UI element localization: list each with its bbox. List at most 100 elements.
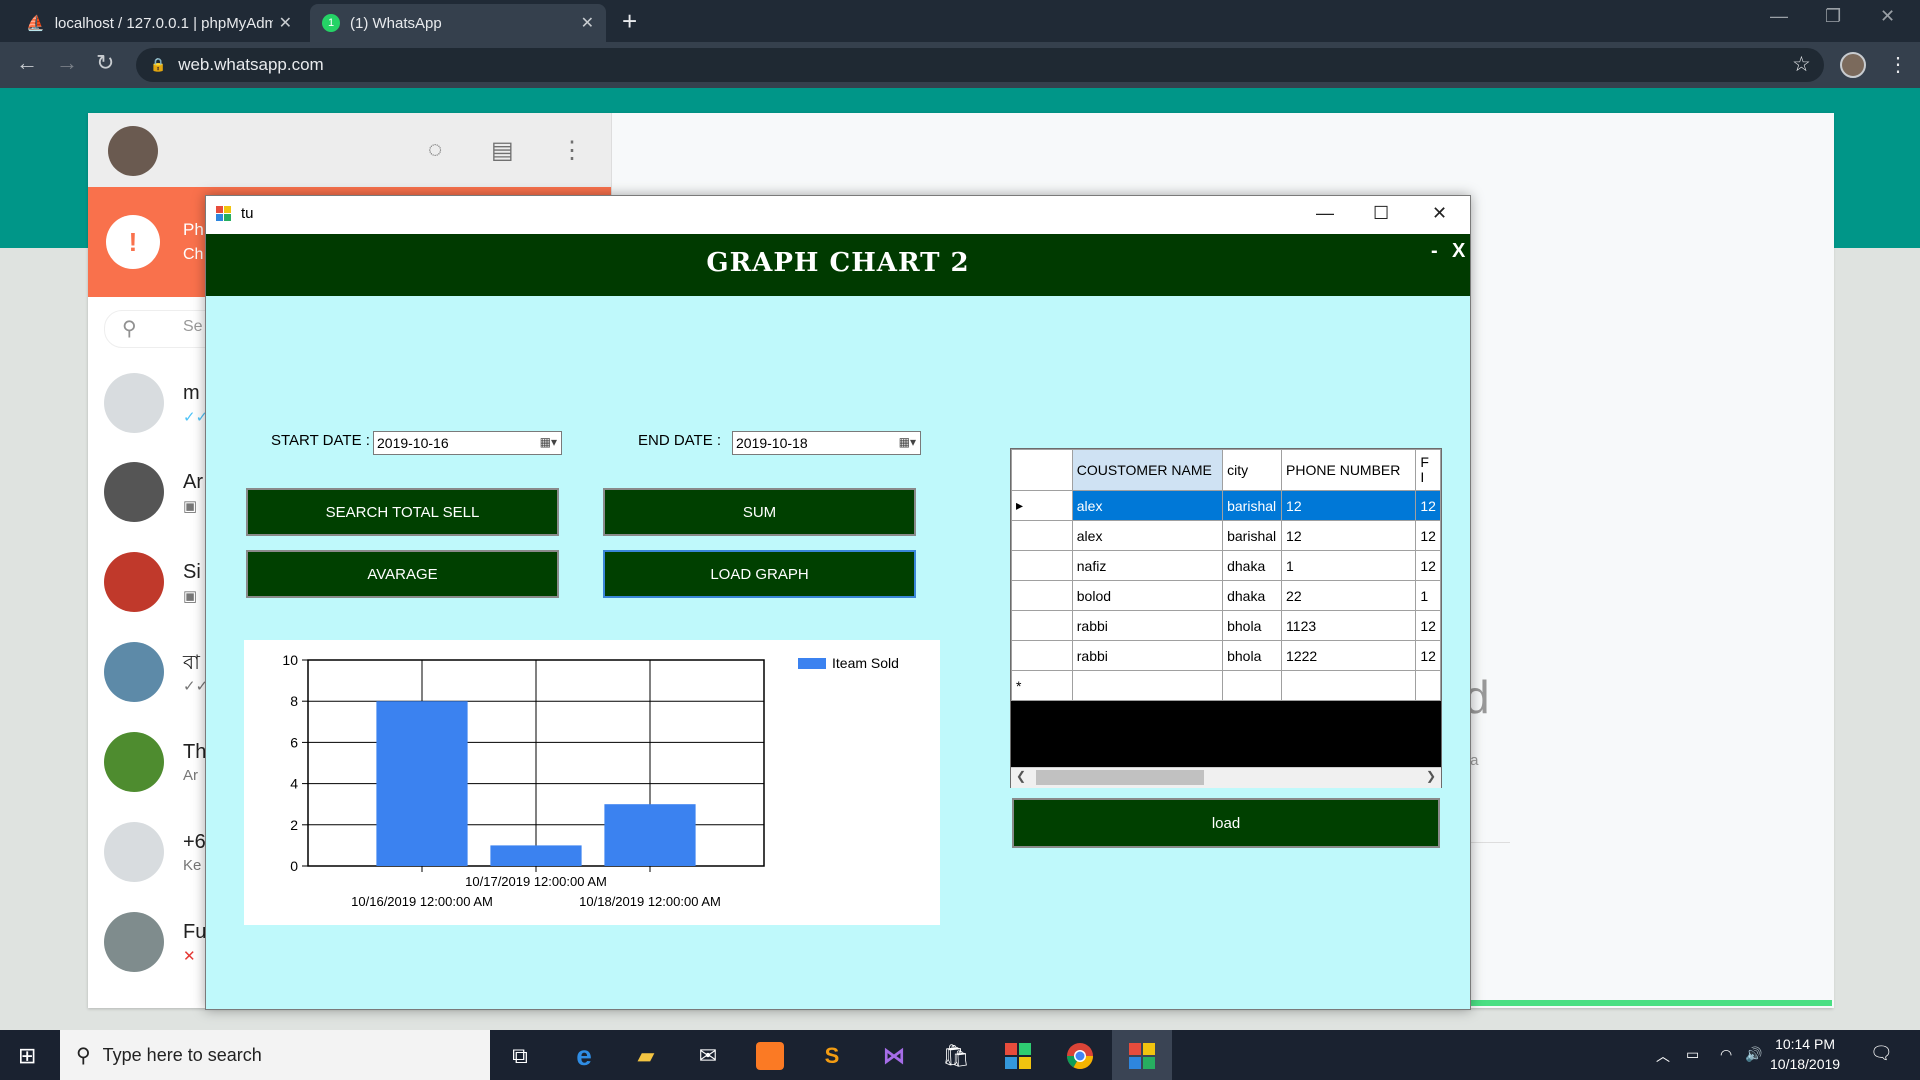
chat-avatar[interactable] xyxy=(104,822,164,882)
chat-avatar[interactable] xyxy=(104,462,164,522)
new-chat-icon[interactable]: ▤ xyxy=(491,136,514,165)
window-titlebar[interactable] xyxy=(206,196,1470,234)
cell-name[interactable]: bolod xyxy=(1071,580,1224,611)
cell-phone[interactable]: 12 xyxy=(1281,520,1417,551)
cell-phone[interactable]: 1123 xyxy=(1281,610,1417,641)
close-tab-icon[interactable]: ✕ xyxy=(279,13,292,33)
tab-whatsapp[interactable]: 1 (1) WhatsApp ✕ xyxy=(310,4,606,42)
chat-name[interactable]: Th xyxy=(183,741,206,764)
tray-chevron-icon[interactable]: ︿ xyxy=(1656,1046,1670,1066)
sublime-text-icon[interactable]: S xyxy=(814,1038,850,1074)
calendar-dropdown-icon[interactable]: ▦▾ xyxy=(540,435,557,449)
cell-extra[interactable]: 12 xyxy=(1415,520,1441,551)
form-minimize-button[interactable]: - xyxy=(1431,240,1438,263)
start-date-picker[interactable]: 2019-10-16 ▦▾ xyxy=(373,431,562,455)
volume-icon[interactable]: 🔊 xyxy=(1745,1046,1762,1063)
row-header[interactable] xyxy=(1011,550,1073,581)
cell-phone[interactable]: 22 xyxy=(1281,580,1417,611)
sum-button[interactable]: SUM xyxy=(603,488,916,536)
load-graph-button[interactable]: LOAD GRAPH xyxy=(603,550,916,598)
cell-extra[interactable]: 12 xyxy=(1415,490,1441,521)
row-header[interactable] xyxy=(1011,520,1073,551)
cell-phone[interactable]: 12 xyxy=(1281,490,1417,521)
row-header[interactable] xyxy=(1011,610,1073,641)
windows-app-icon[interactable] xyxy=(1000,1038,1036,1074)
mail-icon[interactable]: ✉ xyxy=(690,1038,726,1074)
form-close-button[interactable]: X xyxy=(1452,240,1465,263)
end-date-picker[interactable]: 2019-10-18 ▦▾ xyxy=(732,431,921,455)
column-header[interactable]: PHONE NUMBER xyxy=(1281,449,1417,491)
cell-extra[interactable]: 12 xyxy=(1415,640,1441,671)
cell-phone[interactable]: 1 xyxy=(1281,550,1417,581)
row-header[interactable] xyxy=(1011,640,1073,671)
wifi-icon[interactable]: ◠ xyxy=(1720,1046,1732,1063)
tab-phpmyadmin[interactable]: ⛵ localhost / 127.0.0.1 | phpMyAdm ✕ xyxy=(14,4,304,42)
table-row[interactable]: bolod dhaka 22 1 xyxy=(1011,580,1441,611)
chat-avatar[interactable] xyxy=(104,642,164,702)
row-header[interactable] xyxy=(1011,580,1073,611)
column-header[interactable]: city xyxy=(1222,449,1283,491)
chat-name[interactable]: m xyxy=(183,382,200,405)
winforms-app-icon[interactable] xyxy=(1124,1038,1160,1074)
average-button[interactable]: AVARAGE xyxy=(246,550,559,598)
cell-name[interactable]: alex xyxy=(1071,490,1224,521)
chrome-menu-icon[interactable]: ⋮ xyxy=(1888,52,1908,77)
cell-name[interactable]: rabbi xyxy=(1071,640,1224,671)
table-row[interactable]: ▸ alex barishal 12 12 xyxy=(1011,490,1441,521)
status-icon[interactable]: ◌ xyxy=(428,136,442,164)
forward-icon[interactable]: → xyxy=(56,50,78,76)
chat-name[interactable]: +6 xyxy=(183,831,206,854)
row-selector-icon[interactable]: ▸ xyxy=(1011,490,1073,521)
cell-city[interactable]: dhaka xyxy=(1222,580,1283,611)
edge-icon[interactable]: e xyxy=(566,1038,602,1074)
chat-avatar[interactable] xyxy=(104,912,164,972)
cell-extra[interactable]: 12 xyxy=(1415,550,1441,581)
chat-avatar[interactable] xyxy=(104,373,164,433)
store-icon[interactable]: 🛍 xyxy=(938,1038,974,1074)
minimize-icon[interactable]: — xyxy=(1316,203,1334,224)
chat-name[interactable]: Ar xyxy=(183,471,203,494)
restore-icon[interactable]: ❐ xyxy=(1825,6,1841,27)
minimize-icon[interactable]: — xyxy=(1770,6,1788,27)
chrome-icon[interactable] xyxy=(1062,1038,1098,1074)
cell-name[interactable]: alex xyxy=(1071,520,1224,551)
avatar[interactable] xyxy=(108,126,158,176)
address-bar[interactable]: 🔒 web.whatsapp.com xyxy=(136,48,1824,82)
empty-cell[interactable] xyxy=(1071,670,1224,701)
column-header[interactable]: F I xyxy=(1415,449,1441,491)
notifications-icon[interactable]: 🗨 xyxy=(1870,1043,1893,1064)
table-row[interactable]: rabbi bhola 1222 12 xyxy=(1011,640,1441,671)
empty-cell[interactable] xyxy=(1281,670,1417,701)
scroll-right-icon[interactable]: ❯ xyxy=(1426,769,1436,783)
cell-city[interactable]: dhaka xyxy=(1222,550,1283,581)
table-row[interactable]: rabbi bhola 1123 12 xyxy=(1011,610,1441,641)
cell-name[interactable]: nafiz xyxy=(1071,550,1224,581)
cell-extra[interactable]: 1 xyxy=(1415,580,1441,611)
empty-cell[interactable] xyxy=(1415,670,1441,701)
cell-extra[interactable]: 12 xyxy=(1415,610,1441,641)
cell-city[interactable]: barishal xyxy=(1222,520,1283,551)
menu-icon[interactable]: ⋮ xyxy=(560,136,584,165)
calendar-dropdown-icon[interactable]: ▦▾ xyxy=(899,435,916,449)
chat-avatar[interactable] xyxy=(104,552,164,612)
cell-phone[interactable]: 1222 xyxy=(1281,640,1417,671)
empty-cell[interactable] xyxy=(1222,670,1283,701)
column-header[interactable]: COUSTOMER NAME xyxy=(1071,449,1224,491)
windows-start-icon[interactable]: ⊞ xyxy=(18,1043,36,1069)
search-total-sell-button[interactable]: SEARCH TOTAL SELL xyxy=(246,488,559,536)
scrollbar-thumb[interactable] xyxy=(1036,770,1204,785)
new-tab-button[interactable]: + xyxy=(622,6,637,37)
new-row[interactable]: * xyxy=(1011,670,1441,701)
battery-icon[interactable]: ▭ xyxy=(1686,1046,1699,1063)
cell-city[interactable]: barishal xyxy=(1222,490,1283,521)
chat-name[interactable]: Si xyxy=(183,561,201,584)
cell-name[interactable]: rabbi xyxy=(1071,610,1224,641)
file-explorer-icon[interactable]: ▰ xyxy=(628,1038,664,1074)
task-view-icon[interactable]: ⧉ xyxy=(502,1038,538,1074)
xampp-icon[interactable] xyxy=(752,1038,788,1074)
close-tab-icon[interactable]: ✕ xyxy=(581,13,594,33)
table-row[interactable]: alex barishal 12 12 xyxy=(1011,520,1441,551)
close-window-icon[interactable]: ✕ xyxy=(1880,6,1895,27)
taskbar-search-input[interactable]: ⚲ Type here to search xyxy=(60,1030,490,1080)
reload-icon[interactable]: ↻ xyxy=(96,50,114,76)
